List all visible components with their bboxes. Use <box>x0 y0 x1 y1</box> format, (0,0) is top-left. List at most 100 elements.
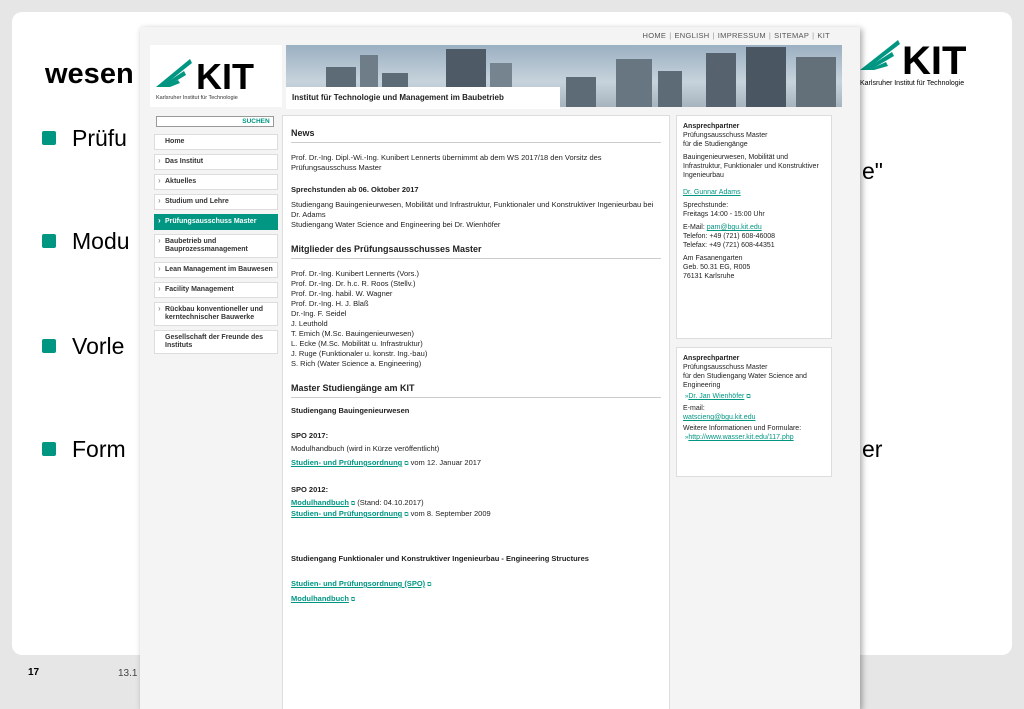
spo2017-date: vom 12. Januar 2017 <box>410 458 482 467</box>
sidebar-item-aktuelles[interactable]: Aktuelles <box>154 174 278 190</box>
program2-modulhandbuch-link[interactable]: Modulhandbuch <box>291 594 349 603</box>
topnav-home-link[interactable]: HOME <box>643 31 667 40</box>
sidebar-item-facility[interactable]: Facility Management <box>154 282 278 298</box>
topnav-impressum-link[interactable]: IMPRESSUM <box>718 31 766 40</box>
site-logo[interactable]: KIT Karlsruher Institut für Technologie <box>150 45 282 107</box>
program2-spo-link[interactable]: Studien- und Prüfungsordnung (SPO) <box>291 579 425 588</box>
members-list: Prof. Dr.-Ing. Kunibert Lennerts (Vors.)… <box>291 269 661 369</box>
website-screenshot: HOME | ENGLISH | IMPRESSUM | SITEMAP | KIT KIT K… <box>140 27 860 709</box>
contact-line: für die Studiengänge <box>683 141 748 148</box>
sidebar-navigation: Home Das Institut Aktuelles Studium und … <box>154 134 278 358</box>
news-text: Prof. Dr.-Ing. Dipl.-Wi.-Ing. Kunibert L… <box>291 153 602 172</box>
modulhandbuch-link[interactable]: Modulhandbuch <box>291 498 349 507</box>
sidebar-item-home[interactable]: Home <box>154 134 278 150</box>
slide-bullet: Modu <box>42 228 130 255</box>
program2-row: Studien- und Prüfungsordnung (SPO) ⧉ <box>291 579 661 590</box>
external-link-icon: ⧉ <box>350 597 356 603</box>
slide-title: wesen <box>45 58 134 90</box>
institute-title: Institut für Technologie und Management … <box>286 87 560 109</box>
spo2012-date: vom 8. September 2009 <box>410 509 491 518</box>
external-link-icon: ⧉ <box>404 512 409 518</box>
program-title: Studiengang Funktionaler und Konstruktiv… <box>291 554 589 563</box>
external-link-icon: ⧉ <box>350 501 356 507</box>
topnav-sitemap-link[interactable]: SITEMAP <box>774 31 809 40</box>
bullet-square-icon <box>42 339 56 353</box>
bullet-square-icon <box>42 131 56 145</box>
member-item: J. Ruge (Funktionaler u. konstr. Ing.-ba… <box>291 349 428 358</box>
slide-bullet: Vorle <box>42 333 124 360</box>
svg-text:KIT: KIT <box>902 39 966 83</box>
contact-title: Ansprechpartner <box>683 355 740 362</box>
member-item: Prof. Dr.-Ing. Kunibert Lennerts (Vors.) <box>291 269 419 278</box>
members-heading: Mitglieder des Prüfungsausschusses Maste… <box>291 244 661 259</box>
spo2012-heading: SPO 2012: <box>291 485 329 494</box>
contact-fax: Telefax: +49 (721) 608-44351 <box>683 242 775 249</box>
contact-person-link[interactable]: Dr. Jan Wienhöfer <box>688 393 744 400</box>
main-content: News Prof. Dr.-Ing. Dipl.-Wi.-Ing. Kunib… <box>282 115 670 709</box>
program-title: Studiengang Bauingenieurwesen <box>291 406 410 415</box>
contact-hours-label: Sprechstunde: <box>683 202 729 209</box>
office-hours-heading: Sprechstunden ab 06. Oktober 2017 <box>291 185 419 194</box>
office-hours-text: Studiengang Water Science and Engineerin… <box>291 220 501 229</box>
member-item: S. Rich (Water Science a. Engineering) <box>291 359 422 368</box>
contact-title: Ansprechpartner <box>683 123 740 130</box>
contact-programs: Bauingenieurwesen, Mobilität und Infrast… <box>683 154 819 179</box>
member-item: J. Leuthold <box>291 319 328 328</box>
search-button[interactable]: SUCHEN <box>236 116 276 127</box>
contact-box: Ansprechpartner Prüfungsausschuss Master… <box>676 115 832 339</box>
contact-person-link[interactable]: Dr. Gunnar Adams <box>683 189 741 196</box>
contact-box: Ansprechpartner Prüfungsausschuss Master… <box>676 347 832 477</box>
contact-address: 76131 Karlsruhe <box>683 273 735 280</box>
sidebar-item-lean[interactable]: Lean Management im Bauwesen <box>154 262 278 278</box>
program2-row: Modulhandbuch ⧉ <box>291 594 661 605</box>
sidebar-item-pruefungsausschuss[interactable]: Prüfungsausschuss Master <box>154 214 278 230</box>
slide-bullet: Form <box>42 436 126 463</box>
more-info-link[interactable]: http://www.wasser.kit.edu/117.php <box>688 434 793 441</box>
bullet-square-icon <box>42 234 56 248</box>
spo2012-row: Modulhandbuch ⧉ (Stand: 04.10.2017) <box>291 498 661 509</box>
sidebar-item-baubetrieb[interactable]: Baubetrieb und Bauprozessmanagement <box>154 234 278 258</box>
contact-address: Geb. 50.31 EG, R005 <box>683 264 751 271</box>
contact-line: Prüfungsausschuss Master <box>683 132 768 139</box>
slide-bullet: Prüfu <box>42 125 127 152</box>
sidebar-item-studium[interactable]: Studium und Lehre <box>154 194 278 210</box>
sidebar-item-institut[interactable]: Das Institut <box>154 154 278 170</box>
contact-email-link[interactable]: watscieng@bgu.kit.edu <box>683 414 755 421</box>
spo2017-heading: SPO 2017: <box>291 431 329 440</box>
topnav-kit-link[interactable]: KIT <box>817 31 830 40</box>
slide-text-fragment: e" <box>862 158 883 184</box>
kit-logo: KIT Karlsruher Institut für Technologie <box>860 39 966 87</box>
office-hours-text: Studiengang Bauingenieurwesen, Mobilität… <box>291 200 654 219</box>
spo2012-row: Studien- und Prüfungsordnung ⧉ vom 8. Sep… <box>291 509 661 520</box>
modulhandbuch-date: (Stand: 04.10.2017) <box>357 498 424 507</box>
slide-date: 13.1 <box>118 668 138 679</box>
contact-email-link[interactable]: pam@bgu.kit.edu <box>707 224 762 231</box>
logo-subtitle: Karlsruher Institut für Technologie <box>156 95 238 101</box>
sidebar-item-gesellschaft[interactable]: Gesellschaft der Freunde des Instituts <box>154 330 278 354</box>
svg-text:Karlsruher Institut für Techno: Karlsruher Institut für Technologie <box>860 80 964 87</box>
member-item: L. Ecke (M.Sc. Mobilität u. Infrastruktu… <box>291 339 423 348</box>
email-label: E-mail: <box>683 405 705 412</box>
member-item: T. Emich (M.Sc. Bauingenieurwesen) <box>291 329 414 338</box>
external-link-icon: ⧉ <box>746 394 751 400</box>
slide-text-fragment: er <box>862 436 883 462</box>
more-info-label: Weitere Informationen und Formulare: <box>683 425 802 432</box>
contact-phone: Telefon: +49 (721) 608-46008 <box>683 233 776 240</box>
spo2017-text: Modulhandbuch (wird in Kürze veröffentli… <box>291 444 440 453</box>
external-link-icon: ⧉ <box>427 582 432 588</box>
top-navigation: HOME | ENGLISH | IMPRESSUM | SITEMAP | KIT <box>642 31 830 40</box>
topnav-english-link[interactable]: ENGLISH <box>674 31 709 40</box>
external-link-icon: ⧉ <box>404 461 409 467</box>
programs-heading: Master Studiengänge am KIT <box>291 383 661 398</box>
slide-page-number: 17 <box>28 667 40 678</box>
contact-line: Prüfungsausschuss Master <box>683 364 768 371</box>
email-label: E-Mail: <box>683 224 705 231</box>
sidebar-item-rueckbau[interactable]: Rückbau konventioneller und kerntechnisc… <box>154 302 278 326</box>
spo2017-link[interactable]: Studien- und Prüfungsordnung <box>291 458 402 467</box>
contact-hours: Freitags 14:00 - 15:00 Uhr <box>683 211 765 218</box>
bullet-square-icon <box>42 442 56 456</box>
spo2012-link[interactable]: Studien- und Prüfungsordnung <box>291 509 402 518</box>
member-item: Prof. Dr.-Ing. habil. W. Wagner <box>291 289 393 298</box>
member-item: Dr.-Ing. F. Seidel <box>291 309 347 318</box>
news-heading: News <box>291 128 661 143</box>
